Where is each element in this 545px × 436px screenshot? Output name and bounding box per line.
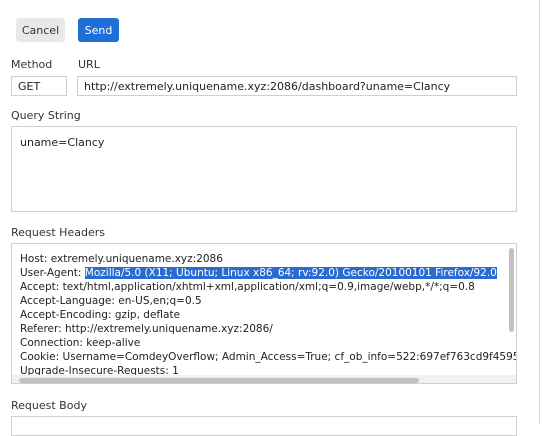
query-string-textarea[interactable]: uname=Clancy: [11, 126, 517, 212]
send-button[interactable]: Send: [78, 18, 119, 42]
panel-edge: [539, 0, 540, 424]
header-line: Referer: http://extremely.uniquename.xyz…: [20, 323, 273, 335]
header-line: Accept-Language: en-US,en;q=0.5: [20, 295, 202, 307]
query-string-value: uname=Clancy: [20, 136, 105, 149]
method-label: Method: [11, 58, 53, 71]
request-body-textarea[interactable]: [11, 416, 517, 436]
header-line: Cookie: Username=ComdeyOverflow; Admin_A…: [20, 351, 517, 363]
url-field[interactable]: http://extremely.uniquename.xyz:2086/das…: [77, 76, 517, 96]
cancel-button[interactable]: Cancel: [16, 18, 65, 42]
request-headers-textarea[interactable]: Host: extremely.uniquename.xyz:2086 User…: [11, 243, 517, 384]
header-line-user-agent: User-Agent: Mozilla/5.0 (X11; Ubuntu; Li…: [20, 266, 497, 280]
header-line: Accept: text/html,application/xhtml+xml,…: [20, 281, 475, 293]
request-body-label: Request Body: [11, 399, 87, 412]
header-line: Connection: keep-alive: [20, 337, 141, 349]
request-headers-label: Request Headers: [11, 226, 105, 239]
horizontal-scrollbar-thumb[interactable]: [19, 378, 419, 383]
vertical-scrollbar-thumb[interactable]: [509, 248, 514, 332]
header-name: User-Agent:: [20, 267, 85, 279]
header-line: Accept-Encoding: gzip, deflate: [20, 309, 181, 321]
url-label: URL: [78, 58, 100, 71]
method-field[interactable]: GET: [11, 76, 67, 96]
header-line: Host: extremely.uniquename.xyz:2086: [20, 253, 223, 265]
selected-text: Mozilla/5.0 (X11; Ubuntu; Linux x86_64; …: [84, 267, 497, 279]
query-string-label: Query String: [11, 109, 81, 122]
